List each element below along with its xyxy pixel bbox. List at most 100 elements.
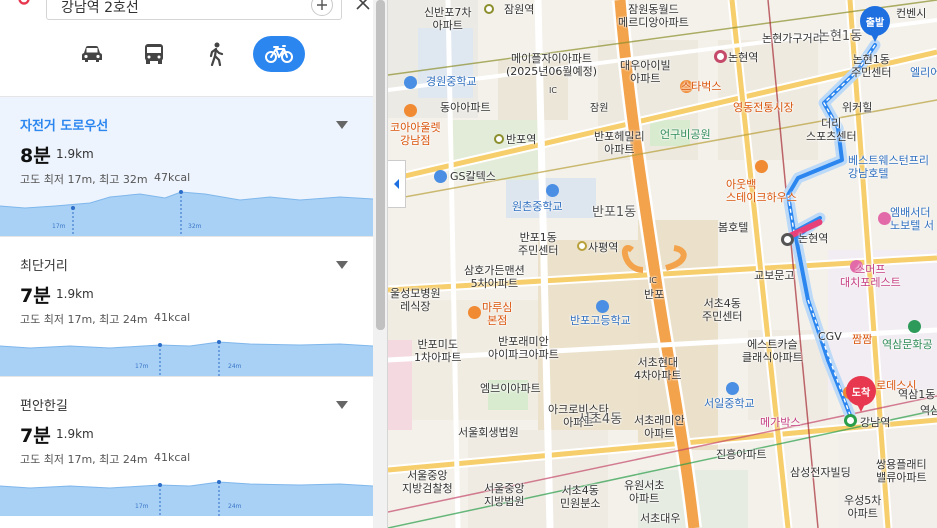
end-marker[interactable]: 도착 — [846, 376, 876, 406]
map-label[interactable]: 엘리어 — [910, 66, 937, 79]
map-label[interactable]: 쌍용플래티 밸류아파트 — [876, 458, 927, 484]
map-label[interactable]: 서초현대 4차아파트 — [634, 356, 681, 382]
map-label[interactable]: 사평역 — [588, 241, 618, 254]
map-label[interactable]: 짬짬 — [852, 333, 872, 346]
school-icon[interactable] — [726, 382, 739, 395]
map-label[interactable]: 신반포7차 아파트 — [424, 6, 471, 32]
map-label[interactable]: 잠원동월드 메르디앙아파트 — [618, 3, 689, 29]
shopping-icon[interactable] — [404, 104, 417, 117]
collapse-panel-button[interactable] — [388, 160, 406, 208]
map-label[interactable]: 서울회생법원 — [458, 426, 519, 439]
map-label[interactable]: 서울중앙 지방법원 — [484, 482, 524, 508]
map-label[interactable]: 원촌중학교 — [512, 200, 563, 213]
map-label[interactable]: 대우아이빌 아파트 — [620, 59, 671, 85]
tab-walk[interactable] — [190, 36, 242, 72]
map-label[interactable]: 울성모병원 레식장 — [390, 287, 441, 313]
map-label[interactable]: 반포고등학교 — [570, 314, 631, 327]
map-label[interactable]: 컨벤시 — [896, 7, 926, 20]
map-label[interactable]: 유원서초 아파트 — [624, 479, 664, 505]
map-label[interactable]: 역삼 — [920, 404, 937, 417]
map-label[interactable]: 마루심 본점 — [482, 301, 512, 327]
station-icon[interactable] — [781, 233, 794, 246]
map-label[interactable]: 더리 스포츠센터 — [806, 117, 857, 143]
map-label[interactable]: 에스트카슬 클래식아파트 — [742, 338, 803, 364]
map-label[interactable]: 메가박스 — [760, 416, 800, 429]
map-label[interactable]: 메이플자이아파트 (2025년06월예정) — [506, 52, 597, 78]
expand-arrow-icon[interactable] — [336, 121, 348, 129]
start-marker[interactable]: 출발 — [860, 6, 890, 36]
map-label[interactable]: 교보문고 — [754, 269, 794, 282]
station-icon[interactable] — [494, 134, 504, 144]
map-label[interactable]: GS칼텍스 — [450, 170, 496, 183]
map-label[interactable]: 역삼1동 — [898, 388, 935, 401]
route-option-comfortable[interactable]: 편안한길 7분 1.9km 고도 최저 17m, 최고 24m 41kcal 1… — [0, 376, 373, 528]
map-label[interactable]: 논현역 — [728, 51, 758, 64]
school-icon[interactable] — [546, 184, 559, 197]
map-label[interactable]: 엠브이아파트 — [480, 382, 541, 395]
map-view[interactable]: 신반포7차 아파트 잠원역 잠원동월드 메르디앙아파트 컨벤시 메이플자이아파트 (2… — [388, 0, 937, 528]
scrollbar-thumb[interactable] — [376, 0, 385, 330]
map-label[interactable]: 스머프 대치포레스트 — [840, 263, 901, 289]
map-label[interactable]: CGV — [818, 330, 842, 343]
map-label[interactable]: 서초4동 주민센터 — [702, 297, 742, 323]
map-label[interactable]: 반포1동 — [592, 206, 636, 219]
map-label[interactable]: 경원중학교 — [426, 75, 477, 88]
route-option-bike-lane[interactable]: 자전거 도로우선 8분 1.9km 고도 최저 17m, 최고 32m 47kc… — [0, 96, 373, 236]
expand-arrow-icon[interactable] — [336, 401, 348, 409]
map-label[interactable]: 반포 — [644, 288, 664, 301]
map-label[interactable]: 엠배서더 노보텔 서 — [890, 206, 934, 232]
add-waypoint-button[interactable] — [311, 0, 333, 16]
close-icon[interactable] — [354, 0, 372, 12]
map-label[interactable]: 삼성전자빌딩 — [790, 466, 851, 479]
map-label[interactable]: 삼호가든맨션 5차아파트 — [464, 264, 525, 290]
route-option-shortest[interactable]: 최단거리 7분 1.9km 고도 최저 17m, 최고 24m 41kcal 1… — [0, 236, 373, 376]
map-label[interactable]: 서초4동 — [578, 413, 622, 426]
tab-car[interactable] — [66, 36, 118, 72]
map-label[interactable]: 강남역 — [860, 416, 890, 429]
map-label[interactable]: 잠원 — [590, 102, 608, 115]
map-label[interactable]: 서울중앙 지방검찰청 — [402, 469, 453, 495]
tab-bus[interactable] — [128, 36, 180, 72]
map-label[interactable]: IC — [649, 274, 657, 287]
station-icon[interactable] — [577, 241, 587, 251]
school-icon[interactable] — [596, 300, 609, 313]
map-label[interactable]: 반포1동 주민센터 — [518, 231, 558, 257]
map-label[interactable]: 언구비공원 — [660, 128, 711, 141]
park-icon[interactable] — [908, 320, 921, 333]
map-label[interactable]: 반포미도 1차아파트 — [414, 338, 461, 364]
map-label[interactable]: IC — [549, 84, 557, 97]
map-label[interactable]: 위커힐 — [842, 101, 872, 114]
map-label[interactable]: 베스트웨스턴프리 강남호텔 — [848, 154, 929, 180]
map-label[interactable]: 반포역 — [506, 133, 536, 146]
map-label[interactable]: 동아아파트 — [440, 101, 491, 114]
map-label[interactable]: 역삼문화공 — [882, 338, 933, 351]
restaurant-icon[interactable] — [468, 306, 481, 319]
tab-bicycle[interactable] — [253, 36, 305, 72]
school-icon[interactable] — [404, 76, 417, 89]
map-label[interactable]: 논현가구거리 — [762, 32, 823, 45]
map-label[interactable]: 스타벅스 — [681, 80, 721, 93]
map-label[interactable]: 아웃백 스테이크하우스 — [726, 178, 797, 204]
map-label[interactable]: 진흥아파트 — [716, 448, 767, 461]
map-label[interactable]: 서초래미안 아파트 — [634, 414, 685, 440]
station-icon[interactable] — [844, 414, 857, 427]
map-label[interactable]: 우성5차 아파트 — [844, 494, 881, 520]
expand-arrow-icon[interactable] — [336, 261, 348, 269]
map-label[interactable]: 봄호텔 — [718, 221, 748, 234]
map-label[interactable]: 논현1동 — [818, 30, 862, 43]
gas-station-icon[interactable] — [434, 170, 447, 183]
map-label[interactable]: 잠원역 — [504, 3, 534, 16]
station-icon[interactable] — [714, 50, 727, 63]
map-label[interactable]: 논현역 — [798, 232, 828, 245]
map-label[interactable]: 서일중학교 — [704, 397, 755, 410]
map-label[interactable]: 반포래미안 아이파크아파트 — [488, 335, 559, 361]
restaurant-icon[interactable] — [755, 160, 768, 173]
map-label[interactable]: 반포헤밀리 아파트 — [594, 130, 645, 156]
map-label[interactable]: 서초대우 — [640, 512, 680, 525]
map-label[interactable]: 영동전통시장 — [733, 101, 794, 114]
map-label[interactable]: 서초4동 민원분소 — [560, 484, 600, 510]
map-label[interactable]: 코아아울렛 강남점 — [390, 121, 441, 147]
station-icon[interactable] — [484, 4, 494, 14]
panel-scrollbar[interactable] — [373, 0, 387, 528]
map-label[interactable]: 논현1동 주민센터 — [851, 53, 891, 79]
